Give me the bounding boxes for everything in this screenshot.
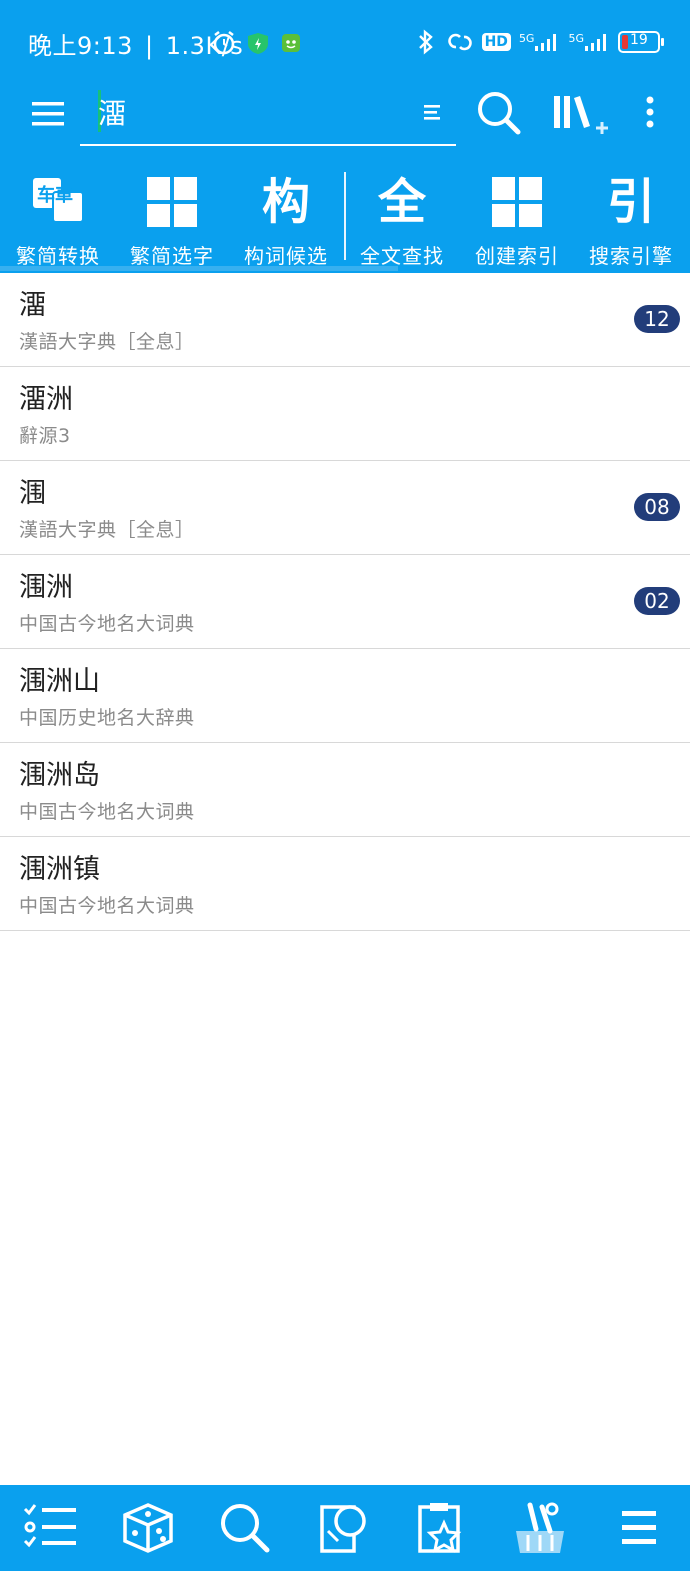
tool-search-engine[interactable]: 引 搜索引擎	[575, 172, 687, 272]
nav-dictionary[interactable]	[318, 1501, 372, 1555]
result-count-badge: 02	[634, 587, 680, 615]
result-source: 漢語大字典［全息］	[19, 519, 195, 541]
results-list: 澑 漢語大字典［全息］ 12 澑洲 辭源3 涠 漢語大字典［全息］ 08 涠洲 …	[0, 273, 690, 931]
result-term: 澑	[19, 290, 46, 321]
toolbox-icon	[516, 1502, 564, 1553]
nav-search[interactable]	[218, 1501, 272, 1555]
dice-icon	[123, 1503, 173, 1553]
library-add-button[interactable]	[552, 92, 614, 138]
toolbar-scroll-indicator	[0, 266, 398, 271]
result-term: 涠洲	[19, 572, 73, 603]
network-type-2: 5G	[568, 32, 584, 45]
engine-glyph-icon: 引	[606, 174, 655, 230]
result-count-badge: 08	[634, 493, 680, 521]
tool-select-character[interactable]: 繁简选字	[116, 172, 228, 272]
filter-lines-icon	[424, 105, 440, 120]
search-icon	[478, 92, 521, 135]
signal-2: 5G	[568, 32, 610, 52]
library-add-icon	[554, 96, 608, 134]
svg-text:车車: 车車	[37, 184, 73, 206]
result-term: 涠	[19, 478, 46, 509]
result-count-badge: 12	[634, 305, 680, 333]
convert-icon: 车車	[30, 174, 86, 230]
more-vert-icon	[646, 96, 654, 128]
result-source: 中国历史地名大辞典	[19, 707, 195, 729]
hd-badge: HD	[481, 33, 511, 51]
result-source: 辭源3	[19, 425, 71, 447]
tool-label: 全文查找	[360, 244, 444, 268]
signal-1: 5G	[519, 32, 561, 52]
result-source: 中国古今地名大词典	[19, 895, 195, 917]
hamburger-icon	[32, 102, 64, 126]
menu-lines-icon	[622, 1511, 656, 1544]
result-source: 漢語大字典［全息］	[19, 331, 195, 353]
result-row[interactable]: 澑 漢語大字典［全息］ 12	[0, 273, 690, 367]
nav-menu[interactable]	[614, 1501, 668, 1555]
book-search-icon	[320, 1505, 366, 1553]
menu-button[interactable]	[30, 96, 68, 132]
alarm-icon	[213, 31, 235, 55]
nav-tools[interactable]	[512, 1501, 566, 1555]
result-row[interactable]: 涠 漢語大字典［全息］ 08	[0, 461, 690, 555]
status-bar: 晚上9:13 | 1.3K/s HD 5G 5G 19	[0, 0, 690, 82]
tool-create-index[interactable]: 创建索引	[461, 172, 573, 272]
network-type-1: 5G	[518, 32, 535, 45]
app-bar	[0, 82, 690, 160]
search-button[interactable]	[476, 90, 522, 136]
battery-indicator: 19	[618, 31, 664, 53]
tool-label: 创建索引	[475, 244, 559, 268]
filter-button[interactable]	[420, 102, 442, 122]
search-icon	[221, 1504, 270, 1553]
result-row[interactable]: 涠洲岛 中国古今地名大词典	[0, 743, 690, 837]
tool-label: 构词候选	[244, 244, 328, 268]
search-box	[80, 82, 456, 146]
tool-fulltext-search[interactable]: 全 全文查找	[346, 172, 458, 272]
bluetooth-icon	[418, 29, 433, 55]
battery-level: 19	[630, 32, 648, 48]
result-row[interactable]: 涠洲山 中国历史地名大辞典	[0, 649, 690, 743]
nav-favorites[interactable]	[414, 1501, 468, 1555]
toolbar-divider	[344, 172, 346, 260]
app-notification-icon	[282, 34, 300, 52]
favorites-star-icon	[418, 1503, 462, 1553]
nav-checklist[interactable]	[22, 1501, 76, 1555]
result-row[interactable]: 澑洲 辭源3	[0, 367, 690, 461]
tool-label: 繁简转换	[16, 244, 100, 268]
status-system-icons: HD 5G 5G 19	[414, 29, 664, 55]
tool-label: 搜索引擎	[589, 244, 673, 268]
status-notification-icons	[212, 30, 312, 60]
shield-icon	[248, 33, 268, 54]
signal-bars-icon	[585, 34, 606, 51]
result-source: 中国古今地名大词典	[19, 613, 195, 635]
search-input[interactable]	[98, 92, 398, 132]
result-term: 涠洲山	[19, 666, 100, 697]
checklist-icon	[23, 1504, 76, 1548]
result-row[interactable]: 涠洲镇 中国古今地名大词典	[0, 837, 690, 931]
fulltext-glyph-icon: 全	[377, 174, 426, 230]
tool-label: 繁简选字	[130, 244, 214, 268]
signal-bars-icon	[535, 34, 557, 51]
result-source: 中国古今地名大词典	[19, 801, 195, 823]
result-term: 涠洲镇	[19, 854, 100, 885]
more-options-button[interactable]	[640, 94, 660, 134]
tool-word-candidates[interactable]: 构 构词候选	[230, 172, 342, 272]
result-term: 涠洲岛	[19, 760, 100, 791]
status-time: 晚上9:13 | 1.3K/s	[28, 32, 244, 60]
grid-icon	[144, 174, 200, 230]
tool-traditional-simplified-convert[interactable]: 车車 繁简转换	[2, 172, 114, 272]
result-term: 澑洲	[19, 384, 73, 415]
result-row[interactable]: 涠洲 中国古今地名大词典 02	[0, 555, 690, 649]
nav-dice[interactable]	[121, 1501, 175, 1555]
hotspot-link-icon	[447, 33, 472, 51]
compose-glyph-icon: 构	[261, 174, 310, 230]
clock-text: 晚上9:13	[28, 32, 133, 60]
bottom-nav-bar	[0, 1485, 690, 1571]
grid-icon	[489, 174, 545, 230]
